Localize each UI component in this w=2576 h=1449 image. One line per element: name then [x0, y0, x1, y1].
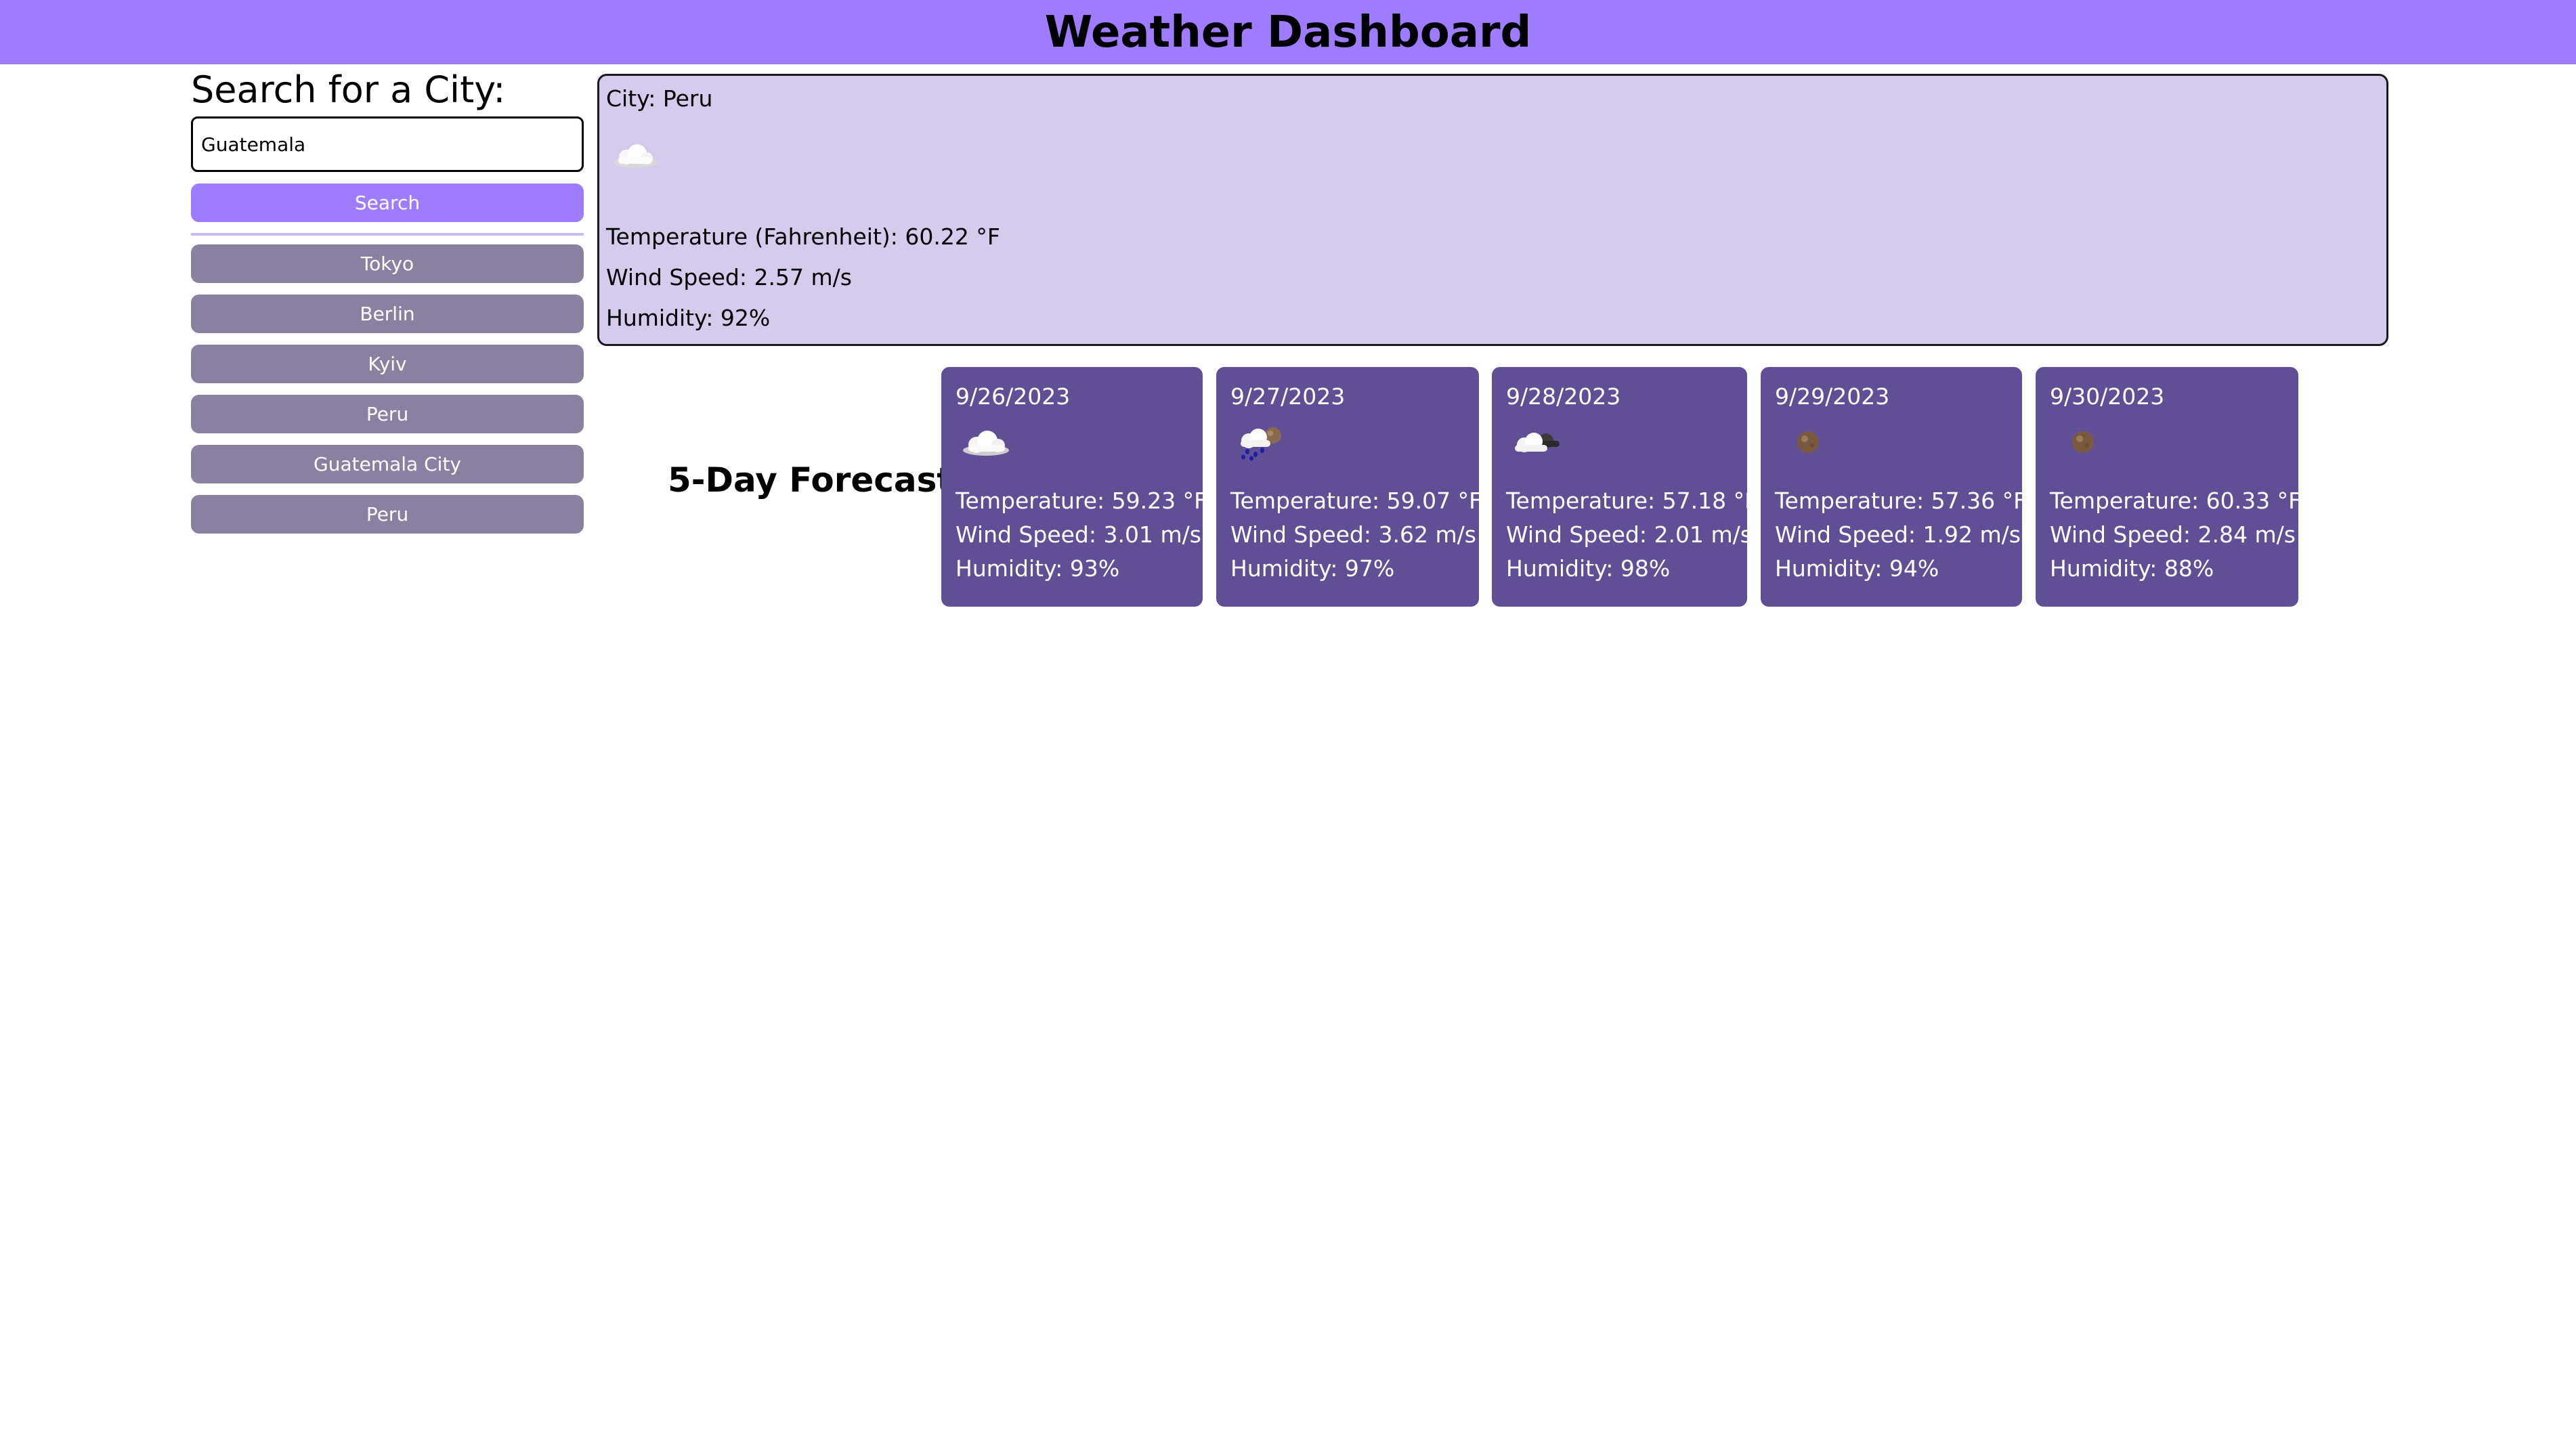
forecast-temperature: Temperature: 57.18 °F	[1506, 488, 1758, 514]
forecast-temperature: Temperature: 60.33 °F	[2050, 488, 2302, 514]
cloud-icon	[963, 431, 1009, 456]
forecast-wind-speed: Wind Speed: 2.84 m/s	[2050, 521, 2296, 548]
forecast-humidity: Humidity: 98%	[1506, 555, 1671, 582]
sidebar-divider	[191, 233, 584, 236]
forecast-date: 9/28/2023	[1506, 383, 1621, 410]
forecast-card: 9/29/2023 Temperature: 57.36 °F Wind Spe…	[1761, 367, 2026, 607]
history-city-button[interactable]: Peru	[191, 495, 584, 534]
forecast-humidity: Humidity: 97%	[1230, 555, 1395, 582]
current-humidity: Humidity: 92%	[606, 305, 771, 331]
page-header: Weather Dashboard	[0, 0, 2576, 64]
history-city-button[interactable]: Kyiv	[191, 345, 584, 383]
current-temperature: Temperature (Fahrenheit): 60.22 °F	[606, 223, 1000, 250]
search-sidebar: Search for a City: Search Tokyo Berlin K…	[191, 66, 584, 534]
forecast-humidity: Humidity: 88%	[2050, 555, 2214, 582]
forecast-heading: 5-Day Forecast:	[668, 460, 967, 500]
forecast-humidity: Humidity: 93%	[956, 555, 1120, 582]
forecast-card: 9/30/2023 Temperature: 60.33 °F Wind Spe…	[2036, 367, 2302, 607]
forecast-wind-speed: Wind Speed: 3.01 m/s	[956, 521, 1201, 548]
moon-icon	[2072, 431, 2094, 453]
page-title: Weather Dashboard	[1044, 7, 1532, 58]
forecast-date: 9/30/2023	[2050, 383, 2165, 410]
forecast-card: 9/27/2023 Temperature: 59.07 °F Wind Spe…	[1216, 367, 1482, 607]
forecast-temperature: Temperature: 59.07 °F	[1230, 488, 1482, 514]
forecast-wind-speed: Wind Speed: 1.92 m/s	[1775, 521, 2021, 548]
city-search-input[interactable]	[191, 116, 584, 172]
forecast-temperature: Temperature: 59.23 °F	[956, 488, 1207, 514]
forecast-temperature: Temperature: 57.36 °F	[1775, 488, 2027, 514]
forecast-humidity: Humidity: 94%	[1775, 555, 1939, 582]
history-city-button[interactable]: Guatemala City	[191, 445, 584, 483]
forecast-wind-speed: Wind Speed: 2.01 m/s	[1506, 521, 1752, 548]
forecast-date: 9/29/2023	[1775, 383, 1890, 410]
rain-night-icon	[1241, 427, 1281, 461]
search-title: Search for a City:	[191, 68, 506, 111]
forecast-card: 9/28/2023 Temperature: 57.18 °F Wind Spe…	[1492, 367, 1757, 607]
history-city-button[interactable]: Peru	[191, 395, 584, 433]
broken-clouds-icon	[1515, 433, 1560, 452]
search-button[interactable]: Search	[191, 183, 584, 222]
history-city-button[interactable]: Berlin	[191, 295, 584, 333]
current-weather-panel: City: Peru Temperature (Fahrenheit): 60.…	[597, 74, 2388, 346]
forecast-card: 9/26/2023 Temperature: 59.23 °F Wind Spe…	[941, 367, 1207, 607]
current-city: City: Peru	[606, 85, 713, 112]
forecast-date: 9/26/2023	[956, 383, 1071, 410]
history-city-button[interactable]: Tokyo	[191, 244, 584, 283]
forecast-date: 9/27/2023	[1230, 383, 1346, 410]
current-wind-speed: Wind Speed: 2.57 m/s	[606, 264, 852, 290]
forecast-wind-speed: Wind Speed: 3.62 m/s	[1230, 521, 1476, 548]
cloud-icon	[614, 144, 657, 168]
moon-icon	[1797, 431, 1819, 453]
